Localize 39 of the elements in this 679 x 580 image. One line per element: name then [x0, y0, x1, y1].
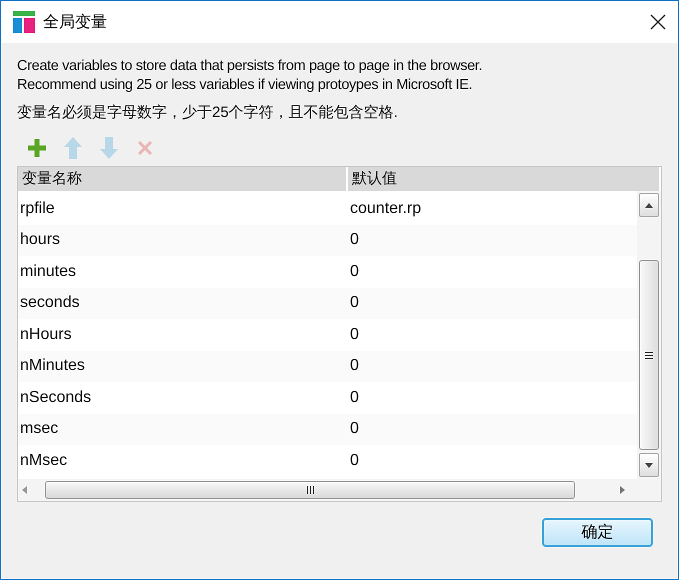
- description-text: Create variables to store data that persists from page to page in the browser.: [17, 57, 484, 76]
- table-cell-text: 0: [349, 326, 359, 344]
- table-cell-text: hours: [19, 231, 60, 250]
- up-arrow-icon[interactable]: [645, 202, 653, 208]
- plus-icon: [28, 139, 46, 157]
- table-cell-text: nMsec: [19, 452, 68, 470]
- close-icon[interactable]: [650, 14, 666, 30]
- table-cell-text: seconds: [19, 294, 80, 312]
- table-cell-text: minutes: [19, 262, 76, 281]
- table-cell-text: nSeconds: [19, 388, 92, 407]
- table-cell-text: 0: [349, 231, 359, 250]
- table-cell-text: rpfile: [19, 200, 55, 218]
- table-cell-text: 0: [349, 420, 359, 438]
- table-cell-text: 0: [349, 452, 359, 470]
- window-title: 全局变量: [43, 12, 108, 32]
- vertical-scrollbar[interactable]: [637, 191, 661, 479]
- table-cell-text: nMinutes: [19, 357, 85, 376]
- table-cell-text: msec: [19, 420, 58, 438]
- table-cell-text: 0: [349, 357, 359, 376]
- ok-button[interactable]: 确定: [542, 518, 653, 547]
- close-icon: [137, 140, 153, 156]
- arrow-down-icon: [100, 137, 118, 159]
- arrow-up-icon: [64, 137, 82, 159]
- hint-text: 变量名必须是字母数字，少于25个字符，且不能包含空格.: [17, 103, 399, 122]
- add-button[interactable]: [25, 136, 49, 160]
- right-arrow-icon[interactable]: [620, 486, 625, 494]
- left-arrow-icon[interactable]: [22, 486, 27, 494]
- column-header[interactable]: 变量名称: [18, 167, 348, 191]
- down-arrow-icon[interactable]: [645, 462, 653, 468]
- table-cell-text: 0: [349, 262, 359, 281]
- table-cell-text: counter.rp: [349, 200, 422, 218]
- description-text: Recommend using 25 or less variables if viewing protoypes in Microsoft IE.: [17, 76, 474, 95]
- table-cell-text: 0: [349, 294, 359, 312]
- app-logo-icon: [13, 11, 35, 33]
- table-cell-text: 0: [349, 388, 359, 407]
- grip-icon: [306, 486, 314, 494]
- table-cell-text: nHours: [19, 326, 72, 344]
- grip-icon: [645, 352, 653, 358]
- horizontal-scrollbar[interactable]: [18, 479, 661, 501]
